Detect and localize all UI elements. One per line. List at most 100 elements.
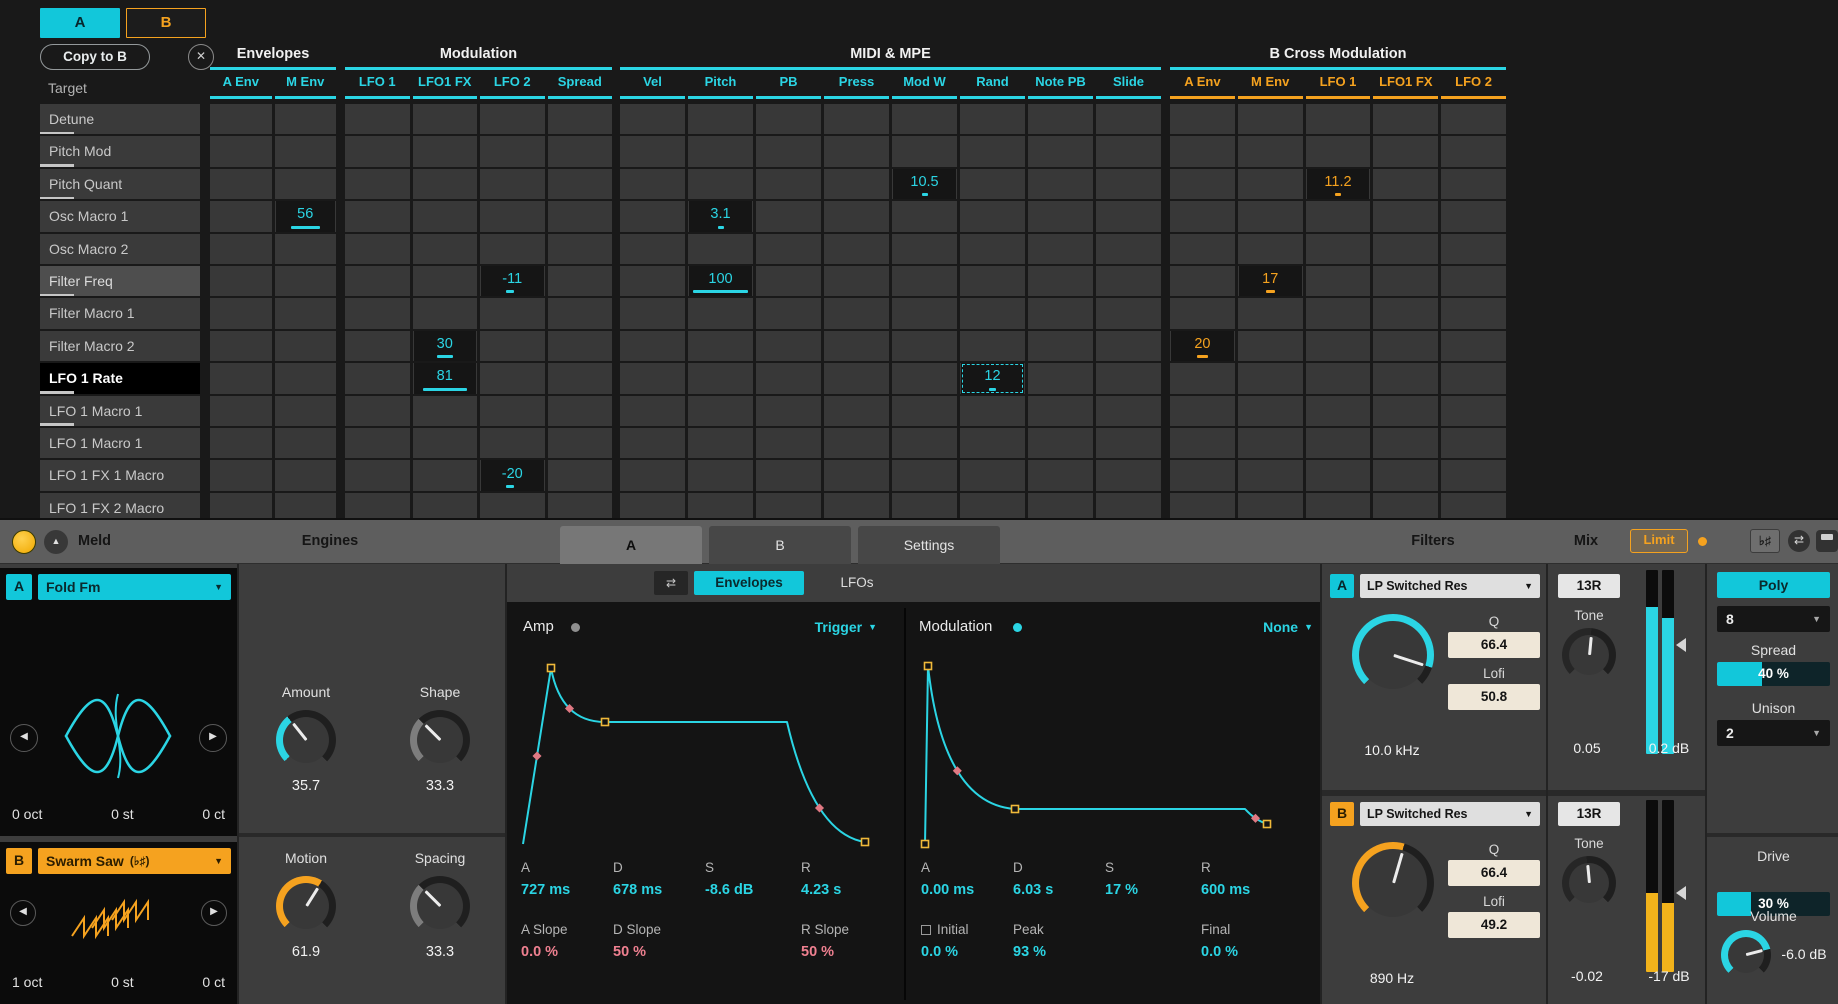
matrix-cell[interactable]: [275, 234, 337, 264]
initial-checkbox[interactable]: [921, 925, 931, 935]
matrix-cell-value[interactable]: 20: [1171, 331, 1234, 361]
matrix-row-label[interactable]: Filter Macro 1: [40, 298, 200, 328]
matrix-row-label[interactable]: Filter Macro 2: [40, 331, 200, 361]
matrix-cell[interactable]: [1170, 104, 1235, 134]
matrix-cell[interactable]: [480, 136, 545, 166]
matrix-cell[interactable]: [1441, 266, 1506, 296]
matrix-cell[interactable]: [275, 363, 337, 393]
mix-b-tone-knob[interactable]: [1562, 856, 1616, 910]
matrix-cell[interactable]: [1170, 234, 1235, 264]
matrix-cell[interactable]: [480, 363, 545, 393]
matrix-cell[interactable]: [688, 136, 753, 166]
matrix-cell[interactable]: [275, 428, 337, 458]
matrix-cell[interactable]: [548, 201, 613, 231]
matrix-cell[interactable]: [210, 460, 272, 490]
matrix-cell[interactable]: [275, 493, 337, 518]
matrix-cell[interactable]: [960, 493, 1025, 518]
matrix-cell[interactable]: [1170, 298, 1235, 328]
matrix-cell[interactable]: [688, 493, 753, 518]
matrix-cell[interactable]: [345, 460, 410, 490]
matrix-cell[interactable]: [688, 428, 753, 458]
matrix-cell[interactable]: [1096, 428, 1161, 458]
matrix-cell[interactable]: [824, 331, 889, 361]
amount-knob[interactable]: [276, 710, 336, 770]
matrix-row-label[interactable]: LFO 1 FX 1 Macro: [40, 460, 200, 490]
param-value[interactable]: 93 %: [1013, 944, 1105, 960]
engine-a-next-icon[interactable]: ▶: [199, 724, 227, 752]
matrix-cell[interactable]: [1028, 493, 1093, 518]
engine-a-st[interactable]: 0 st: [111, 806, 134, 822]
matrix-cell[interactable]: [345, 331, 410, 361]
matrix-cell[interactable]: [620, 298, 685, 328]
filter-b-lofi-value[interactable]: 49.2: [1448, 912, 1540, 938]
matrix-cell[interactable]: [345, 169, 410, 199]
matrix-cell[interactable]: [413, 396, 478, 426]
matrix-cell[interactable]: [892, 363, 957, 393]
matrix-cell[interactable]: [345, 234, 410, 264]
matrix-cell[interactable]: [548, 363, 613, 393]
matrix-cell[interactable]: [1441, 396, 1506, 426]
matrix-cell[interactable]: [210, 298, 272, 328]
matrix-cell[interactable]: [1373, 169, 1438, 199]
matrix-cell[interactable]: [1373, 234, 1438, 264]
matrix-cell[interactable]: [960, 460, 1025, 490]
matrix-cell[interactable]: [548, 460, 613, 490]
param-value[interactable]: 0.00 ms: [921, 882, 1013, 898]
filter-b-freq-knob[interactable]: [1352, 842, 1434, 924]
param-value[interactable]: 0.0 %: [921, 944, 1013, 960]
tab-b[interactable]: B: [709, 526, 851, 564]
matrix-cell[interactable]: [756, 104, 821, 134]
shape-value[interactable]: 33.3: [373, 778, 507, 794]
matrix-cell[interactable]: [275, 460, 337, 490]
mod-env-mode-dropdown[interactable]: None▼: [1195, 616, 1313, 638]
matrix-cell[interactable]: [345, 201, 410, 231]
matrix-cell[interactable]: [688, 363, 753, 393]
matrix-cell[interactable]: [824, 363, 889, 393]
matrix-row-label[interactable]: Pitch Quant: [40, 169, 200, 199]
tab-settings[interactable]: Settings: [858, 526, 1000, 564]
matrix-cell[interactable]: [688, 169, 753, 199]
matrix-cell[interactable]: [892, 234, 957, 264]
matrix-cell[interactable]: [548, 104, 613, 134]
motion-knob[interactable]: [276, 876, 336, 936]
matrix-cell[interactable]: [960, 234, 1025, 264]
matrix-cell[interactable]: [1238, 493, 1303, 518]
matrix-cell-value[interactable]: 100: [689, 266, 752, 296]
matrix-cell-value[interactable]: 12: [961, 363, 1024, 393]
matrix-cell[interactable]: [892, 201, 957, 231]
filter-a-freq-knob[interactable]: [1352, 614, 1434, 696]
matrix-cell[interactable]: [1441, 331, 1506, 361]
matrix-cell[interactable]: [210, 331, 272, 361]
matrix-cell[interactable]: [1096, 298, 1161, 328]
matrix-cell[interactable]: [1096, 104, 1161, 134]
matrix-cell[interactable]: [1170, 201, 1235, 231]
matrix-cell[interactable]: [1028, 266, 1093, 296]
matrix-cell-value[interactable]: 17: [1239, 266, 1302, 296]
amp-env-mode-dropdown[interactable]: Trigger▼: [757, 616, 877, 638]
matrix-cell[interactable]: [824, 460, 889, 490]
matrix-cell[interactable]: [1238, 104, 1303, 134]
motion-value[interactable]: 61.9: [239, 944, 373, 960]
matrix-cell[interactable]: [1373, 396, 1438, 426]
matrix-cell[interactable]: [620, 428, 685, 458]
matrix-cell[interactable]: [756, 169, 821, 199]
matrix-cell[interactable]: [620, 331, 685, 361]
mix-b-level-handle-icon[interactable]: [1676, 886, 1686, 900]
matrix-cell[interactable]: [892, 396, 957, 426]
matrix-cell[interactable]: [548, 266, 613, 296]
matrix-cell[interactable]: [824, 234, 889, 264]
matrix-cell[interactable]: [1028, 331, 1093, 361]
matrix-cell[interactable]: [960, 169, 1025, 199]
param-value[interactable]: 0.0 %: [521, 944, 613, 960]
matrix-cell[interactable]: [1373, 428, 1438, 458]
matrix-cell[interactable]: [1238, 169, 1303, 199]
mod-env-dot-icon[interactable]: [1013, 623, 1022, 632]
matrix-cell[interactable]: [210, 363, 272, 393]
engine-b-oct[interactable]: 1 oct: [12, 974, 42, 990]
matrix-row-label[interactable]: LFO 1 FX 2 Macro: [40, 493, 200, 518]
matrix-cell[interactable]: [1238, 460, 1303, 490]
matrix-cell[interactable]: [1170, 169, 1235, 199]
matrix-cell[interactable]: [620, 169, 685, 199]
matrix-cell[interactable]: [480, 331, 545, 361]
matrix-cell[interactable]: [892, 460, 957, 490]
